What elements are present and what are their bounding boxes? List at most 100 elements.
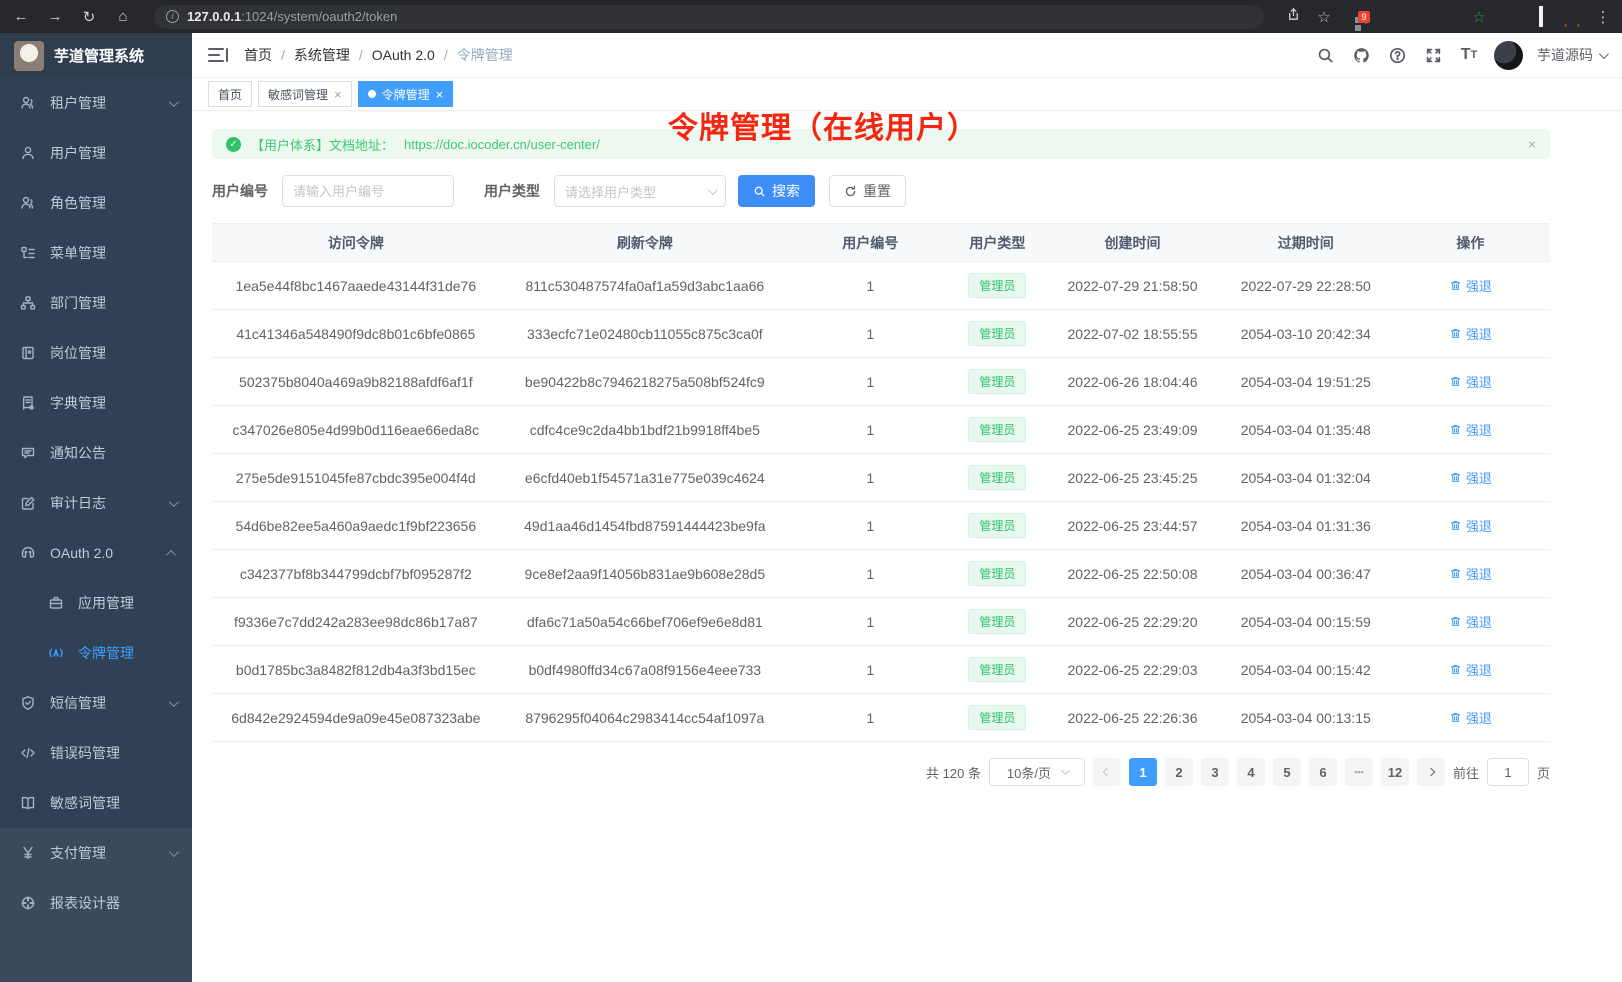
page-button[interactable]: 12 — [1381, 758, 1409, 786]
page-button[interactable]: 5 — [1273, 758, 1301, 786]
search-button[interactable]: 搜索 — [738, 175, 815, 207]
page-size-select[interactable]: 10条/页 — [989, 758, 1085, 786]
page-button[interactable]: 4 — [1237, 758, 1265, 786]
address-bar[interactable]: i 127.0.0.1:1024/system/oauth2/token — [154, 5, 1264, 29]
close-icon[interactable]: × — [334, 88, 342, 101]
close-icon[interactable]: × — [436, 88, 444, 101]
goto-page-input[interactable] — [1487, 758, 1529, 786]
breadcrumb-item[interactable]: OAuth 2.0 — [372, 47, 435, 63]
chevron-down-icon — [169, 697, 179, 707]
next-page-button[interactable] — [1417, 758, 1445, 786]
sidebar-menu-lower: 支付管理 报表设计器 — [0, 828, 192, 982]
split-square-extension-icon[interactable] — [1532, 8, 1550, 25]
refresh-token-cell: cdfc4ce9c2da4bb1bdf21b9918ff4be5 — [500, 406, 790, 454]
table-row: 1ea5e44f8bc1467aaede43144f31de76811c5304… — [212, 262, 1550, 310]
user-id-input[interactable] — [282, 175, 454, 207]
search-icon[interactable] — [1314, 44, 1336, 66]
chevron-down-icon — [708, 185, 718, 195]
reset-button[interactable]: 重置 — [829, 175, 906, 207]
check-circle-icon: ✓ — [226, 137, 241, 152]
page-button[interactable]: 2 — [1165, 758, 1193, 786]
trash-icon — [1449, 471, 1462, 484]
sidebar-item-oauth-app[interactable]: 应用管理 — [0, 578, 192, 628]
expires-cell: 2054-03-04 00:13:15 — [1221, 694, 1391, 742]
code-icon — [20, 745, 36, 761]
breadcrumb-item[interactable]: 系统管理 — [294, 45, 350, 65]
sidebar-item-errcode[interactable]: 错误码管理 — [0, 728, 192, 778]
breadcrumb-item[interactable]: 首页 — [244, 45, 272, 65]
page-button[interactable]: 3 — [1201, 758, 1229, 786]
tag-sensitive-words[interactable]: 敏感词管理 × — [258, 81, 352, 107]
pagination: 共 120 条 10条/页 1 2 3 4 5 6 ••• 12 前往 页 — [212, 758, 1550, 786]
help-icon[interactable] — [1386, 44, 1408, 66]
sidebar-item-tenant[interactable]: 租户管理 — [0, 78, 192, 128]
prev-page-button[interactable] — [1093, 758, 1121, 786]
more-pages-icon[interactable]: ••• — [1345, 758, 1373, 786]
sidebar-item-oauth[interactable]: OAuth 2.0 — [0, 528, 192, 578]
sidebar-item-pay[interactable]: 支付管理 — [0, 828, 192, 878]
force-logout-button[interactable]: 强退 — [1449, 660, 1492, 679]
refresh-token-cell: dfa6c71a50a54c66bef706ef9e6e8d81 — [500, 598, 790, 646]
browser-back-icon[interactable]: ← — [10, 8, 32, 25]
sidebar-item-dept[interactable]: 部门管理 — [0, 278, 192, 328]
green-star-extension-icon[interactable]: ☆ — [1470, 8, 1488, 26]
notice-icon — [20, 445, 36, 461]
browser-menu-icon[interactable]: ⋮ — [1594, 8, 1612, 26]
page-button[interactable]: 1 — [1129, 758, 1157, 786]
sidebar-item-report[interactable]: 报表设计器 — [0, 878, 192, 928]
tag-label: 敏感词管理 — [268, 86, 328, 103]
force-logout-button[interactable]: 强退 — [1449, 372, 1492, 391]
sidebar-item-notice[interactable]: 通知公告 — [0, 428, 192, 478]
user-id-cell: 1 — [790, 358, 951, 406]
access-token-cell: 6d842e2924594de9a09e45e087323abe — [212, 694, 500, 742]
app-logo[interactable]: 芋道管理系统 — [0, 33, 192, 78]
share-icon[interactable] — [1284, 7, 1302, 26]
browser-reload-icon[interactable]: ↻ — [78, 8, 100, 26]
github-icon[interactable] — [1350, 44, 1372, 66]
breadcrumb-separator: / — [444, 47, 448, 63]
search-form: 用户编号 用户类型 请选择用户类型 搜索 重置 — [212, 175, 1550, 207]
sidebar-item-sensitive[interactable]: 敏感词管理 — [0, 778, 192, 828]
force-logout-button[interactable]: 强退 — [1449, 276, 1492, 295]
sidebar-item-role[interactable]: 角色管理 — [0, 178, 192, 228]
bookmark-star-icon[interactable]: ☆ — [1315, 8, 1333, 26]
force-logout-button[interactable]: 强退 — [1449, 612, 1492, 631]
alert-link[interactable]: https://doc.iocoder.cn/user-center/ — [404, 137, 600, 152]
sidebar-item-label: 报表设计器 — [50, 893, 176, 913]
chevron-down-icon — [169, 97, 179, 107]
fullscreen-icon[interactable] — [1422, 44, 1444, 66]
sidebar-item-label: 用户管理 — [50, 143, 176, 163]
force-logout-button[interactable]: 强退 — [1449, 420, 1492, 439]
browser-home-icon[interactable]: ⌂ — [112, 8, 134, 25]
sidebar-item-user[interactable]: 用户管理 — [0, 128, 192, 178]
force-logout-button[interactable]: 强退 — [1449, 468, 1492, 487]
sidebar-item-post[interactable]: 岗位管理 — [0, 328, 192, 378]
font-size-icon[interactable]: TT — [1458, 44, 1480, 66]
sidebar-item-label: 审计日志 — [50, 493, 155, 513]
user-avatar[interactable] — [1494, 41, 1523, 70]
col-refresh-token: 刷新令牌 — [500, 224, 790, 262]
created-cell: 2022-06-25 22:29:03 — [1044, 646, 1221, 694]
sidebar-item-menu[interactable]: 菜单管理 — [0, 228, 192, 278]
user-type-select[interactable]: 请选择用户类型 — [554, 175, 726, 207]
sidebar-item-audit[interactable]: 审计日志 — [0, 478, 192, 528]
org-icon — [20, 295, 36, 311]
sidebar-item-sms[interactable]: 短信管理 — [0, 678, 192, 728]
close-icon[interactable]: × — [1528, 136, 1536, 152]
sidebar-collapse-icon[interactable] — [208, 47, 228, 63]
browser-forward-icon[interactable]: → — [44, 8, 66, 25]
sidebar-item-label: 令牌管理 — [78, 643, 176, 663]
tag-home[interactable]: 首页 — [208, 81, 252, 107]
user-type-badge: 管理员 — [968, 513, 1026, 538]
user-dropdown[interactable]: 芋道源码 — [1537, 45, 1606, 65]
tag-token-management[interactable]: 令牌管理 × — [358, 81, 454, 107]
force-logout-button[interactable]: 强退 — [1449, 564, 1492, 583]
force-logout-button[interactable]: 强退 — [1449, 708, 1492, 727]
force-logout-button[interactable]: 强退 — [1449, 324, 1492, 343]
site-info-icon[interactable]: i — [166, 10, 179, 23]
page-button[interactable]: 6 — [1309, 758, 1337, 786]
sidebar-menu: 租户管理 用户管理 角色管理 菜单管理 部门管理 岗位管理 — [0, 78, 192, 828]
force-logout-button[interactable]: 强退 — [1449, 516, 1492, 535]
sidebar-item-dict[interactable]: 字典管理 — [0, 378, 192, 428]
sidebar-item-oauth-token[interactable]: 令牌管理 — [0, 628, 192, 678]
